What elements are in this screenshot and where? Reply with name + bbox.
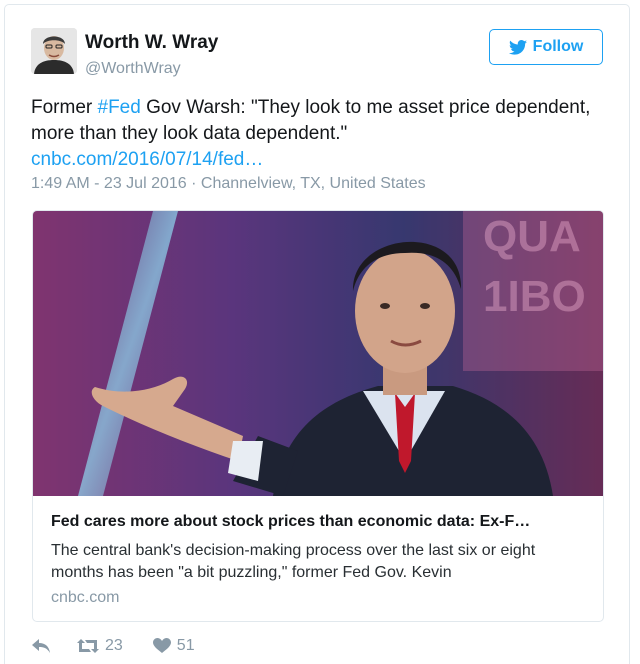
tweet-text-before: Former [31, 97, 98, 118]
timestamp[interactable]: 1:49 AM - 23 Jul 2016 [31, 175, 187, 192]
location[interactable]: Channelview, TX, United States [201, 175, 426, 192]
background-lettering-2: 1IBO [483, 272, 586, 321]
tweet-card: Worth W. Wray @WorthWray Follow Former #… [4, 4, 630, 664]
reply-icon [32, 639, 50, 653]
hashtag-link[interactable]: #Fed [98, 97, 141, 118]
link-card[interactable]: QUA 1IBO Fed cares more about stock pric… [32, 210, 604, 622]
tweet-meta: 1:49 AM - 23 Jul 2016 · Channelview, TX,… [31, 175, 426, 193]
retweet-icon [77, 639, 99, 653]
card-domain[interactable]: cnbc.com [51, 589, 119, 607]
author-handle[interactable]: @WorthWray [85, 60, 181, 78]
card-description: The central bank's decision-making proce… [51, 542, 536, 581]
retweet-count: 23 [105, 637, 123, 654]
heart-icon [152, 638, 171, 653]
tweet-link[interactable]: cnbc.com/2016/07/14/fed… [31, 149, 263, 170]
card-image: QUA 1IBO [33, 211, 603, 496]
author-name[interactable]: Worth W. Wray [85, 32, 218, 54]
card-title[interactable]: Fed cares more about stock prices than e… [51, 513, 591, 531]
retweet-button[interactable]: 23 [77, 637, 123, 655]
background-lettering-1: QUA [483, 212, 581, 261]
tweet-text: Former #Fed Gov Warsh: "They look to me … [31, 95, 591, 173]
like-count: 51 [176, 637, 195, 654]
avatar-photo [31, 28, 77, 74]
meta-separator: · [191, 175, 197, 192]
bird-icon [508, 39, 527, 55]
reply-button[interactable] [31, 638, 51, 654]
follow-button[interactable]: Follow [489, 29, 603, 65]
follow-label: Follow [532, 38, 584, 55]
tweet-actions: 23 51 [31, 637, 195, 655]
avatar[interactable] [31, 28, 77, 74]
like-button[interactable]: 51 [152, 637, 195, 655]
